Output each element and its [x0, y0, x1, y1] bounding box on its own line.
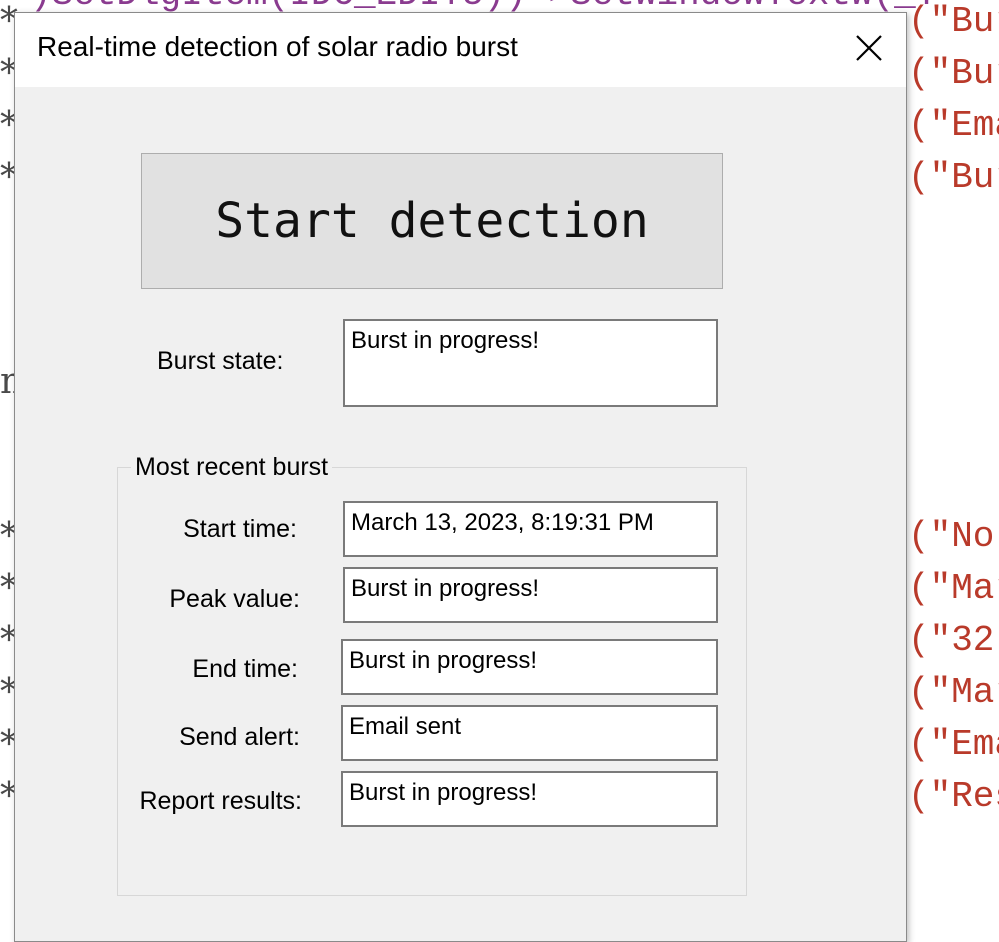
code-fragment: ("Bur: [908, 53, 999, 94]
send-alert-label: Send alert:: [179, 723, 300, 751]
close-button[interactable]: [832, 13, 906, 87]
end-time-field[interactable]: Burst in progress!: [341, 639, 718, 695]
code-fragment: ("Mar: [908, 672, 999, 713]
code-fragment: ("No: [908, 516, 995, 557]
code-fragment: ("Bur: [908, 157, 999, 198]
code-fragment: ("Ema: [908, 724, 999, 765]
close-icon: [855, 34, 883, 66]
start-time-field[interactable]: March 13, 2023, 8:19:31 PM: [343, 501, 718, 557]
code-fragment: ("Mar: [908, 568, 999, 609]
send-alert-field[interactable]: Email sent: [341, 705, 718, 761]
group-caption: Most recent burst: [131, 453, 333, 482]
report-results-label: Report results:: [139, 787, 302, 815]
code-fragment: ("Bur: [908, 1, 999, 42]
start-detection-button[interactable]: Start detection: [141, 153, 723, 289]
end-time-label: End time:: [192, 655, 298, 683]
dialog-title: Real-time detection of solar radio burst: [37, 31, 518, 62]
detection-dialog: Real-time detection of solar radio burst…: [14, 12, 907, 942]
peak-value-label: Peak value:: [169, 585, 300, 613]
report-results-field[interactable]: Burst in progress!: [341, 771, 718, 827]
code-fragment: ("Ema: [908, 105, 999, 146]
start-time-label: Start time:: [183, 515, 297, 543]
code-fragment: ("Res: [908, 776, 999, 817]
burst-state-label: Burst state:: [157, 347, 284, 375]
peak-value-field[interactable]: Burst in progress!: [343, 567, 718, 623]
title-bar[interactable]: Real-time detection of solar radio burst: [15, 13, 906, 87]
burst-state-field[interactable]: Burst in progress!: [343, 319, 718, 407]
code-fragment: ("32.: [908, 620, 999, 661]
